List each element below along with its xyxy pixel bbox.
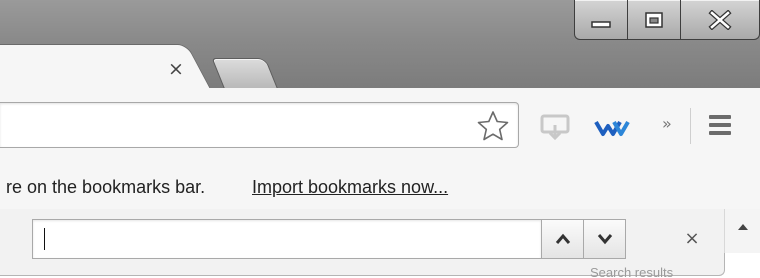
partial-page-text: Search results [590, 265, 674, 278]
chevron-up-icon [555, 233, 570, 244]
maximize-icon [645, 11, 663, 28]
chevron-down-icon [597, 234, 612, 245]
close-icon [708, 9, 732, 30]
find-next-button[interactable] [583, 219, 626, 259]
toolbar: » [0, 88, 760, 165]
new-tab-button[interactable] [211, 58, 279, 90]
address-bar[interactable] [0, 102, 519, 148]
toolbar-divider [690, 108, 691, 144]
find-area: × Search results [0, 209, 760, 278]
tab-close-button[interactable]: × [165, 58, 187, 80]
minimize-icon [591, 20, 611, 28]
find-close-button[interactable]: × [682, 229, 702, 249]
hamburger-menu-icon[interactable] [709, 115, 731, 137]
bookmarks-bar-message: re on the bookmarks bar. [6, 177, 206, 197]
star-icon[interactable] [475, 108, 511, 144]
find-input[interactable] [32, 219, 542, 259]
bookmarks-bar: re on the bookmarks bar. Import bookmark… [0, 165, 760, 209]
import-bookmarks-link[interactable]: Import bookmarks now... [252, 177, 448, 198]
maximize-button[interactable] [627, 0, 681, 40]
title-bar: × [0, 0, 760, 91]
cast-icon[interactable] [538, 113, 572, 141]
text-caret [44, 228, 45, 250]
minimize-button[interactable] [574, 0, 628, 40]
w-extension-icon[interactable] [594, 116, 632, 138]
scroll-up-arrow-icon [738, 224, 748, 230]
close-window-button[interactable] [680, 0, 760, 40]
find-previous-button[interactable] [541, 219, 584, 259]
window-controls [574, 0, 760, 41]
overflow-chevron-button[interactable]: » [662, 114, 672, 133]
scrollbar-up-button[interactable] [724, 209, 760, 253]
